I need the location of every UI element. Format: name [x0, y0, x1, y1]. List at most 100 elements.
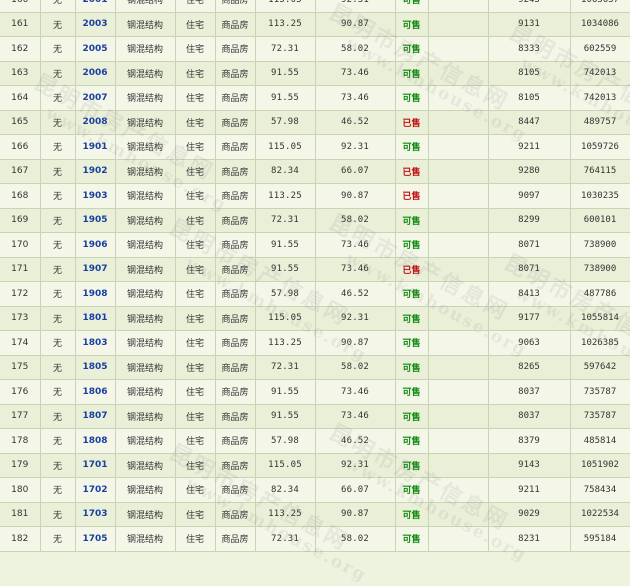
room-link[interactable]: 1702 — [82, 485, 107, 495]
cell-unit-price: 8071 — [488, 232, 571, 258]
cell-gap — [428, 502, 489, 527]
room-number-link: 1701 — [75, 453, 116, 478]
room-link[interactable]: 2003 — [82, 19, 107, 29]
cell-building-area: 91.55 — [255, 61, 316, 86]
room-link[interactable]: 1905 — [82, 215, 107, 225]
cell-none: 无 — [40, 0, 76, 13]
table-row: 173 无 1801 钢混结构 住宅 商品房 115.05 92.31 可售 9177 105581… — [0, 306, 630, 331]
cell-total-price: 758434 — [570, 477, 630, 503]
cell-none: 无 — [40, 453, 76, 478]
cell-usage: 住宅 — [175, 61, 216, 86]
table-row: 162 无 2005 钢混结构 住宅 商品房 72.31 58.02 可售 8333 602559 — [0, 36, 630, 62]
cell-building-area: 115.05 — [255, 0, 316, 13]
cell-unit-price: 9131 — [488, 12, 571, 37]
room-link[interactable]: 2006 — [82, 68, 107, 78]
sale-status: 可售 — [395, 330, 429, 356]
cell-house-type: 商品房 — [215, 281, 256, 307]
room-link[interactable]: 2008 — [82, 117, 107, 127]
table-row: 169 无 1905 钢混结构 住宅 商品房 72.31 58.02 可售 8299 600101 — [0, 208, 630, 233]
cell-unit-price: 8379 — [488, 428, 571, 454]
cell-inner-area: 92.31 — [315, 453, 396, 478]
room-link[interactable]: 2005 — [82, 44, 107, 54]
room-link[interactable]: 1903 — [82, 191, 107, 201]
cell-inner-area: 73.46 — [315, 232, 396, 258]
cell-gap — [428, 281, 489, 307]
room-link[interactable]: 1907 — [82, 264, 107, 274]
room-link[interactable]: 1806 — [82, 387, 107, 397]
table-row: 166 无 1901 钢混结构 住宅 商品房 115.05 92.31 可售 9211 105972… — [0, 134, 630, 160]
room-number-link: 2003 — [75, 12, 116, 37]
cell-total-price: 597642 — [570, 355, 630, 380]
cell-building-area: 115.05 — [255, 134, 316, 160]
cell-usage: 住宅 — [175, 183, 216, 209]
sale-status: 可售 — [395, 12, 429, 37]
cell-total-price: 487786 — [570, 281, 630, 307]
cell-building-area: 57.98 — [255, 110, 316, 135]
cell-structure: 钢混结构 — [115, 379, 176, 405]
room-link[interactable]: 1807 — [82, 411, 107, 421]
room-link[interactable]: 1803 — [82, 338, 107, 348]
room-link[interactable]: 1908 — [82, 289, 107, 299]
room-link[interactable]: 1801 — [82, 313, 107, 323]
room-link[interactable]: 2007 — [82, 93, 107, 103]
cell-none: 无 — [40, 526, 76, 552]
room-link[interactable]: 1808 — [82, 436, 107, 446]
sale-status: 可售 — [395, 36, 429, 62]
sale-status: 可售 — [395, 0, 429, 13]
sale-status: 可售 — [395, 428, 429, 454]
cell-total-price: 1059726 — [570, 134, 630, 160]
cell-gap — [428, 61, 489, 86]
sale-status: 可售 — [395, 502, 429, 527]
cell-building-area: 57.98 — [255, 428, 316, 454]
room-number-link: 1906 — [75, 232, 116, 258]
room-number-link: 1907 — [75, 257, 116, 282]
table-row: 172 无 1908 钢混结构 住宅 商品房 57.98 46.52 可售 8413 487786 — [0, 281, 630, 307]
room-number-link: 2005 — [75, 36, 116, 62]
cell-unit-price: 8037 — [488, 379, 571, 405]
cell-none: 无 — [40, 232, 76, 258]
cell-none: 无 — [40, 85, 76, 111]
room-link[interactable]: 1906 — [82, 240, 107, 250]
cell-gap — [428, 12, 489, 37]
cell-house-type: 商品房 — [215, 110, 256, 135]
table-row: 180 无 1702 钢混结构 住宅 商品房 82.34 66.07 可售 9211 758434 — [0, 477, 630, 503]
row-number: 160 — [0, 0, 41, 13]
room-link[interactable]: 2001 — [82, 0, 107, 5]
cell-total-price: 600101 — [570, 208, 630, 233]
room-link[interactable]: 1701 — [82, 460, 107, 470]
cell-usage: 住宅 — [175, 477, 216, 503]
room-link[interactable]: 1703 — [82, 509, 107, 519]
room-link[interactable]: 1705 — [82, 534, 107, 544]
row-number: 162 — [0, 36, 41, 62]
cell-structure: 钢混结构 — [115, 183, 176, 209]
cell-none: 无 — [40, 208, 76, 233]
cell-inner-area: 90.87 — [315, 183, 396, 209]
cell-unit-price: 9177 — [488, 306, 571, 331]
room-link[interactable]: 1805 — [82, 362, 107, 372]
room-link[interactable]: 1901 — [82, 142, 107, 152]
cell-gap — [428, 477, 489, 503]
cell-none: 无 — [40, 257, 76, 282]
room-link[interactable]: 1902 — [82, 166, 107, 176]
cell-usage: 住宅 — [175, 355, 216, 380]
cell-usage: 住宅 — [175, 428, 216, 454]
sale-status: 可售 — [395, 526, 429, 552]
cell-usage: 住宅 — [175, 36, 216, 62]
cell-unit-price: 9280 — [488, 159, 571, 184]
cell-house-type: 商品房 — [215, 330, 256, 356]
cell-gap — [428, 306, 489, 331]
cell-building-area: 57.98 — [255, 281, 316, 307]
row-number: 166 — [0, 134, 41, 160]
room-number-link: 1806 — [75, 379, 116, 405]
cell-gap — [428, 428, 489, 454]
cell-gap — [428, 232, 489, 258]
cell-inner-area: 90.87 — [315, 12, 396, 37]
table-row: 168 无 1903 钢混结构 住宅 商品房 113.25 90.87 已售 9097 103023… — [0, 183, 630, 209]
cell-gap — [428, 379, 489, 405]
cell-inner-area: 58.02 — [315, 526, 396, 552]
sale-status: 可售 — [395, 61, 429, 86]
room-number-link: 1903 — [75, 183, 116, 209]
cell-structure: 钢混结构 — [115, 208, 176, 233]
cell-inner-area: 90.87 — [315, 330, 396, 356]
sale-status: 可售 — [395, 453, 429, 478]
